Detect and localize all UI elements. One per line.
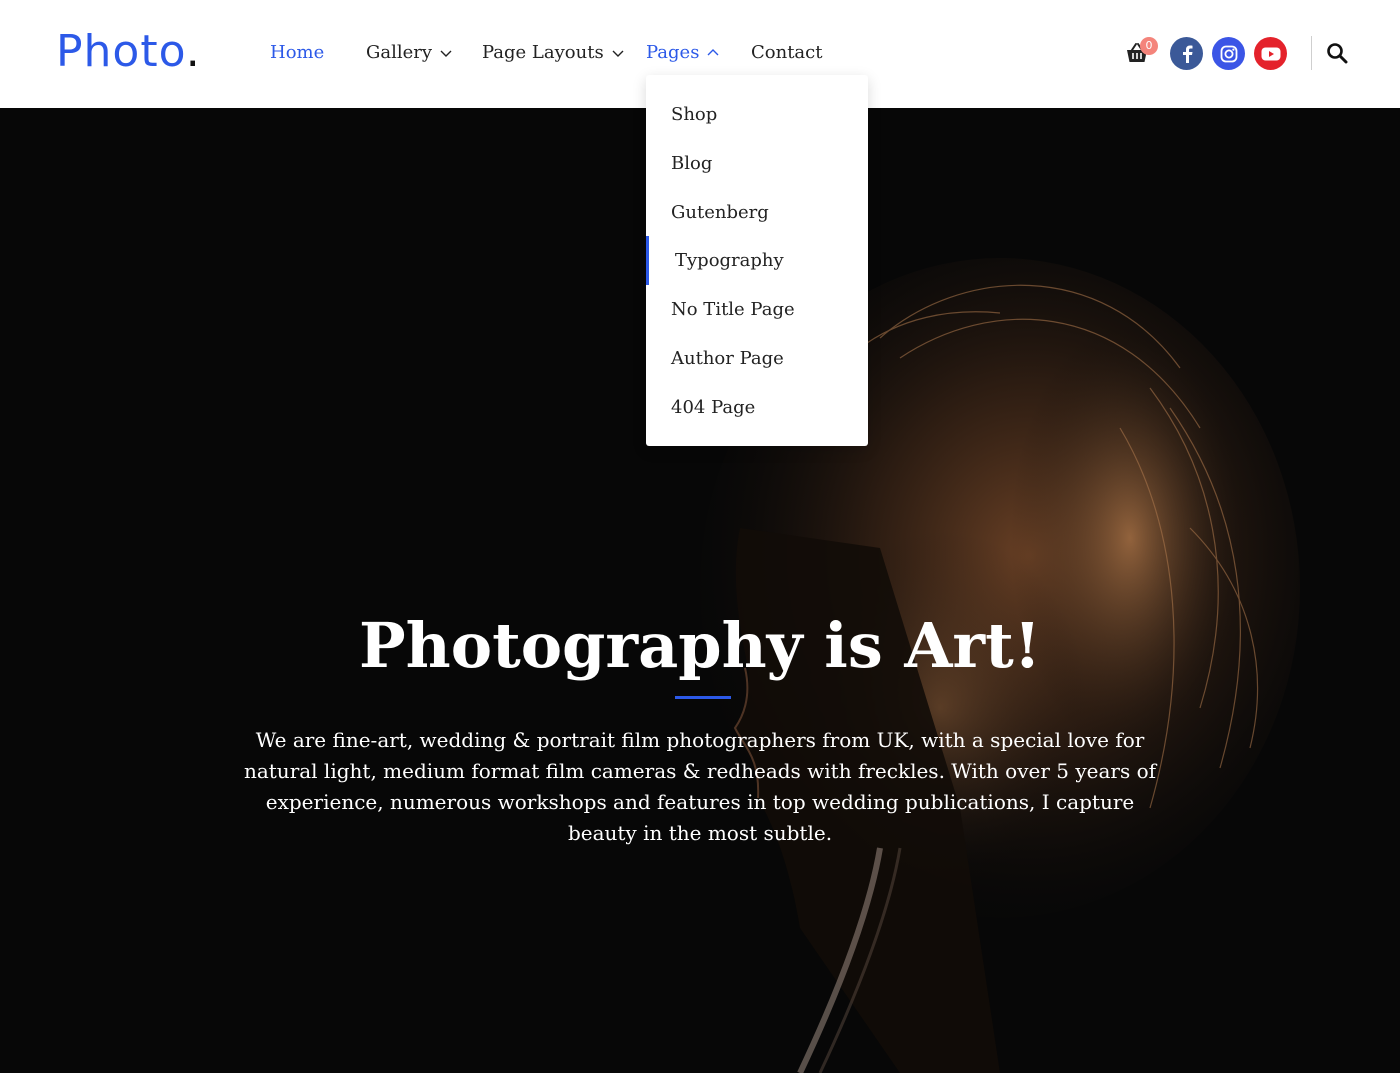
nav-gallery[interactable]: Gallery xyxy=(366,40,452,66)
nav-contact[interactable]: Contact xyxy=(751,40,822,66)
dropdown-item-no-title-page[interactable]: No Title Page xyxy=(646,285,868,334)
nav-home[interactable]: Home xyxy=(270,40,324,66)
dropdown-item-shop[interactable]: Shop xyxy=(646,90,868,139)
chevron-down-icon xyxy=(612,47,624,59)
nav-gallery-label: Gallery xyxy=(366,42,433,63)
chevron-up-icon xyxy=(707,47,719,59)
nav-home-label: Home xyxy=(270,42,325,63)
logo-dot: . xyxy=(185,26,201,77)
dropdown-item-author-page[interactable]: Author Page xyxy=(646,334,868,383)
nav-pages[interactable]: Pages xyxy=(646,40,719,66)
pages-dropdown-menu: Shop Blog Gutenberg Typography No Title … xyxy=(646,75,868,446)
youtube-icon[interactable] xyxy=(1254,37,1287,70)
facebook-icon[interactable] xyxy=(1170,37,1203,70)
nav-page-layouts-label: Page Layouts xyxy=(482,42,604,63)
hero-title-underline xyxy=(675,696,731,699)
nav-contact-label: Contact xyxy=(751,42,823,63)
site-logo[interactable]: Photo. xyxy=(56,26,201,78)
dropdown-item-gutenberg[interactable]: Gutenberg xyxy=(646,188,868,237)
cart-count-badge: 0 xyxy=(1140,37,1158,55)
dropdown-item-typography[interactable]: Typography xyxy=(646,236,868,285)
instagram-icon[interactable] xyxy=(1212,37,1245,70)
hero-title: Photography is Art! xyxy=(359,609,1041,682)
nav-page-layouts[interactable]: Page Layouts xyxy=(482,40,624,66)
dropdown-item-blog[interactable]: Blog xyxy=(646,139,868,188)
nav-pages-label: Pages xyxy=(646,42,700,63)
logo-word: Photo xyxy=(56,26,186,77)
hero-description: We are fine-art, wedding & portrait film… xyxy=(243,728,1157,845)
chevron-down-icon xyxy=(440,47,452,59)
dropdown-item-404-page[interactable]: 404 Page xyxy=(646,383,868,432)
search-icon[interactable] xyxy=(1326,42,1348,64)
header-divider xyxy=(1311,36,1312,70)
